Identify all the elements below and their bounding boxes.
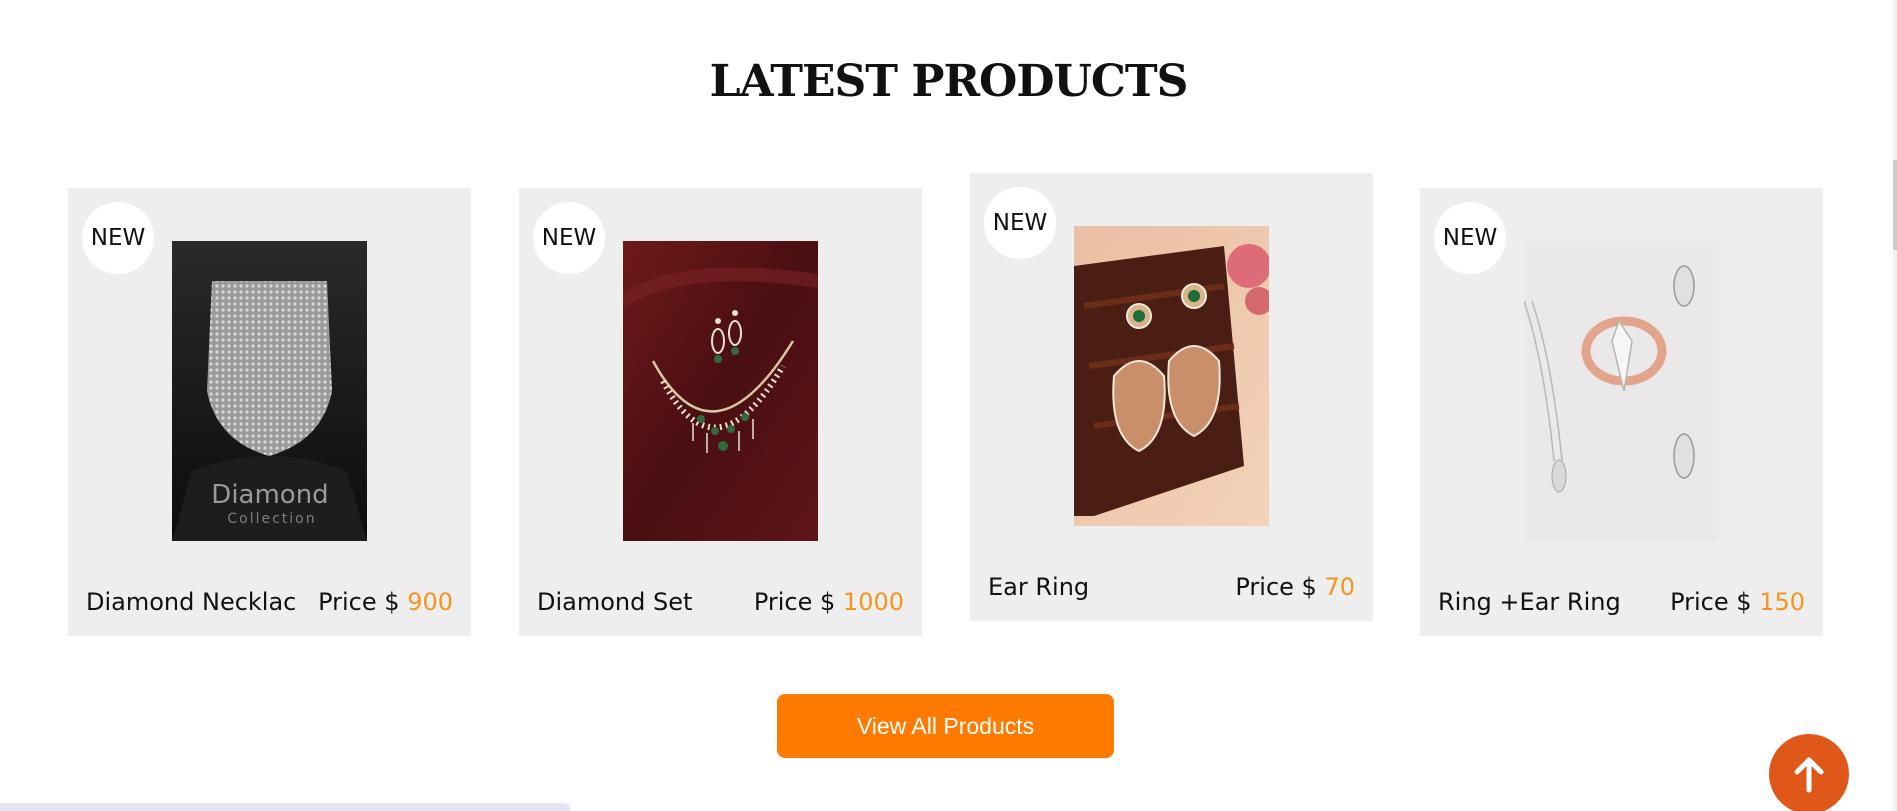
product-card[interactable]: NEW — [970, 173, 1373, 621]
view-all-products-button[interactable]: View All Products — [777, 694, 1114, 758]
card-footer: Ear Ring Price $ 70 — [988, 573, 1355, 601]
price-value: 1000 — [842, 588, 904, 616]
card-footer: Ring +Ear Ring Price $ 150 — [1438, 588, 1805, 616]
scrollbar-thumb[interactable] — [1893, 160, 1897, 250]
section-title: LATEST PRODUCTS — [709, 56, 1189, 107]
price-label: Price $ — [318, 588, 400, 616]
price-label: Price $ — [1235, 573, 1317, 601]
new-badge: NEW — [533, 202, 605, 274]
product-price: Price $ 150 — [1670, 588, 1805, 616]
back-to-top-button[interactable] — [1769, 734, 1849, 811]
image-caption: Collection — [227, 511, 316, 527]
diamond-choker-image[interactable]: Diamond Collection — [172, 241, 367, 541]
product-name[interactable]: Diamond Necklac — [86, 588, 296, 616]
product-price: Price $ 900 — [318, 588, 453, 616]
scrollbar[interactable] — [1893, 0, 1897, 811]
product-card[interactable]: NEW Ring +Ear Ring Price $ 150 — [1420, 188, 1823, 636]
card-footer: Diamond Set Price $ 1000 — [537, 588, 904, 616]
price-label: Price $ — [753, 588, 836, 616]
product-price: Price $ 70 — [1235, 573, 1355, 601]
price-value: 900 — [407, 588, 453, 616]
price-value: 70 — [1324, 573, 1355, 601]
product-name[interactable]: Ear Ring — [988, 573, 1089, 601]
ring-and-earrings-image[interactable] — [1524, 241, 1719, 541]
diamond-necklace-set-image[interactable] — [623, 241, 818, 541]
new-badge: NEW — [984, 187, 1056, 259]
product-name[interactable]: Diamond Set — [537, 588, 692, 616]
product-card[interactable]: NEW Diamond Collection Diamond Necklac P… — [68, 188, 471, 636]
jhumka-earrings-image[interactable] — [1074, 226, 1269, 526]
card-footer: Diamond Necklac Price $ 900 — [86, 588, 453, 616]
product-name[interactable]: Ring +Ear Ring — [1438, 588, 1621, 616]
price-label: Price $ — [1670, 588, 1752, 616]
image-caption: Diamond — [211, 480, 328, 510]
chat-widget-edge[interactable] — [0, 803, 570, 811]
product-price: Price $ 1000 — [754, 588, 904, 616]
price-value: 150 — [1759, 588, 1805, 616]
new-badge: NEW — [82, 202, 154, 274]
new-badge: NEW — [1434, 202, 1506, 274]
product-card[interactable]: NEW — [519, 188, 922, 636]
latest-products-page: LATEST PRODUCTS NEW Diamond Collection D… — [0, 0, 1897, 811]
arrow-up-icon — [1794, 757, 1824, 793]
